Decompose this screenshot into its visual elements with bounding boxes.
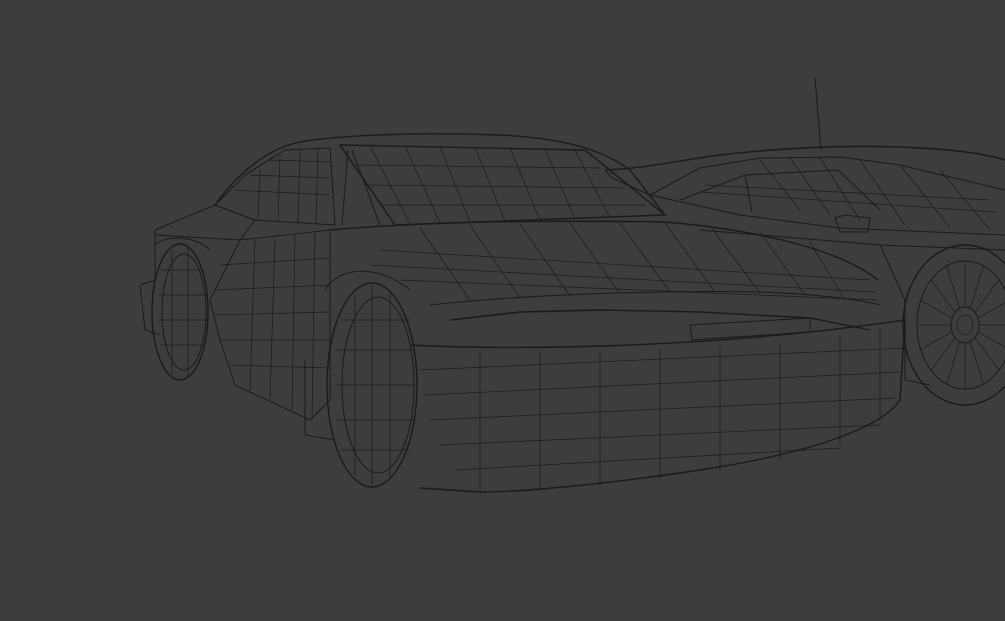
wheel-spoke — [946, 265, 960, 309]
front-car-side-grid-v — [257, 147, 319, 225]
front-car-headlight-line — [449, 309, 871, 331]
wheel-spoke — [970, 265, 984, 309]
rear-car-wireframe[interactable] — [604, 77, 1005, 406]
rear-car-wheel — [902, 244, 1005, 406]
wheel-spoke — [920, 300, 953, 319]
front-car-windshield-grid-h — [354, 164, 645, 206]
front-car-trunk — [154, 204, 256, 241]
wheel-spoke — [946, 341, 960, 385]
front-car-roof-edge — [214, 133, 666, 216]
front-car-windshield-grid — [369, 145, 611, 225]
front-car-hood-grid-v — [419, 222, 846, 301]
front-car-bumper-grid-v — [479, 328, 881, 492]
front-car-front-wheel — [326, 282, 418, 488]
antenna — [814, 77, 822, 151]
rear-car-roof-edge — [604, 145, 1005, 171]
front-car-side-grid-h — [234, 159, 331, 196]
front-car-bumper — [409, 319, 906, 493]
front-car-front-arch — [324, 270, 411, 291]
rear-car-window-top — [649, 156, 1005, 196]
front-car-a-pillar — [341, 149, 381, 226]
3d-viewport[interactable] — [0, 0, 1005, 621]
wireframe-scene[interactable] — [0, 0, 1005, 621]
front-car-grille — [689, 317, 811, 341]
rear-car-roof-grid-h — [699, 184, 996, 213]
front-car-wireframe[interactable] — [139, 133, 906, 493]
front-car-rear-end — [139, 230, 161, 336]
wheel-spoke — [974, 279, 1000, 313]
rear-car-trunk-edge — [604, 169, 651, 196]
front-car-bumper-grid-h — [419, 347, 906, 471]
wheel-spoke — [930, 279, 956, 313]
rear-car-beltline — [649, 194, 1005, 236]
wheel-spoke — [930, 337, 956, 371]
wheel-spoke — [970, 341, 984, 385]
front-car-rear-wheel — [151, 243, 209, 381]
wheel-spoke — [920, 331, 953, 350]
wheel-spoke — [974, 337, 1000, 371]
rear-car-side-window — [679, 174, 753, 213]
front-car-hood-front — [429, 291, 881, 306]
